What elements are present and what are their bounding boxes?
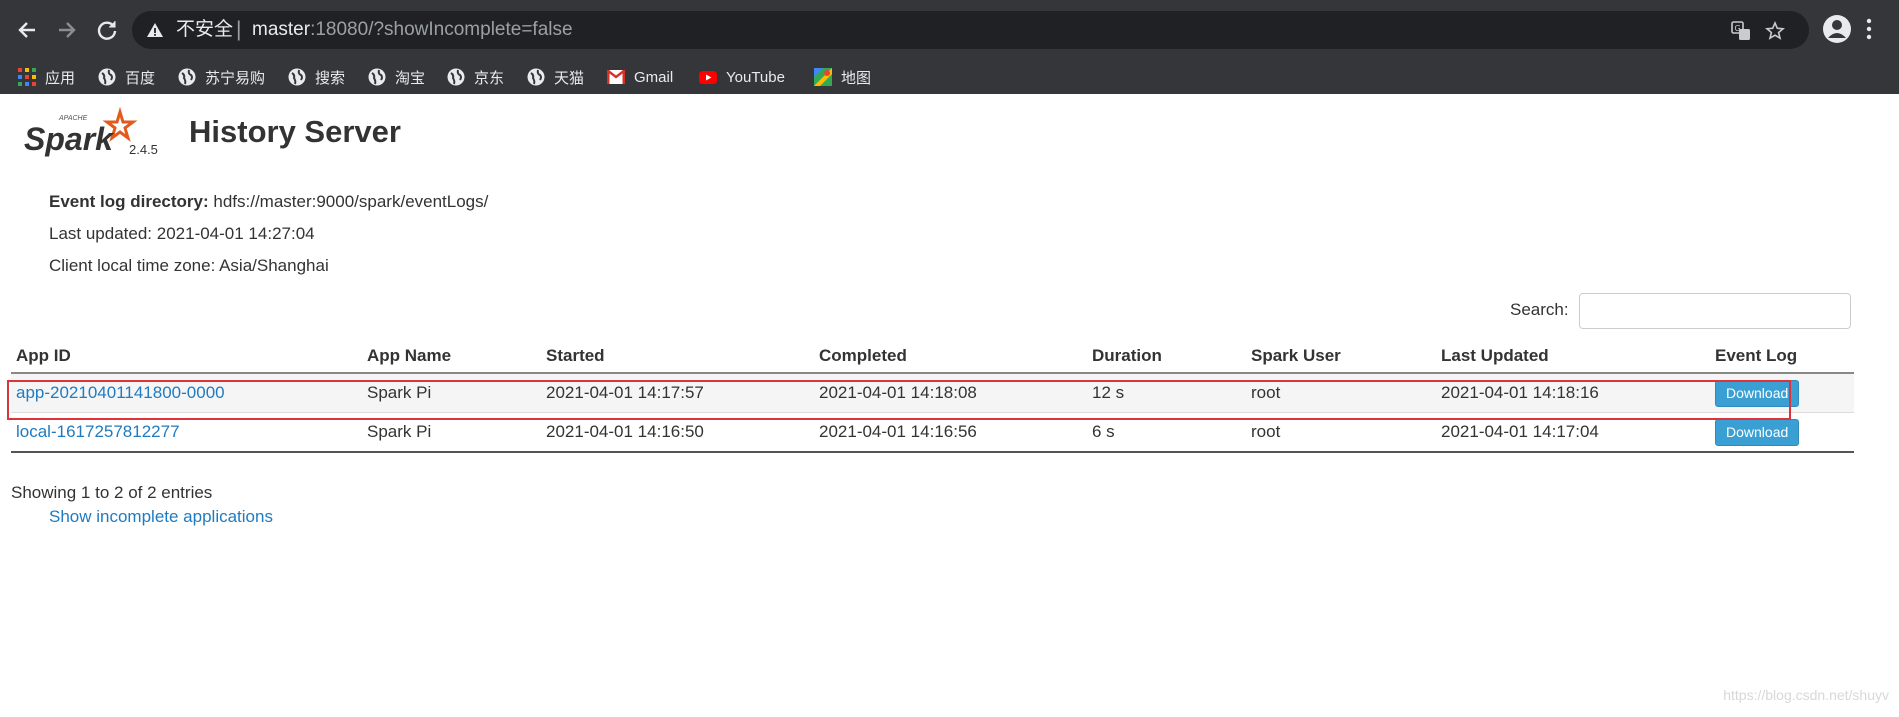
spark-user-cell: root [1246,412,1436,453]
table-header-row: App ID App Name Started Completed Durati… [11,340,1854,374]
translate-icon[interactable]: G [1730,20,1752,42]
logo-spark-text: Spark [24,121,115,157]
bookmark-baidu[interactable]: 百度 [98,60,155,94]
address-bar[interactable]: 不安全 | master:18080/?showIncomplete=false… [132,11,1809,49]
bookmark-search[interactable]: 搜索 [288,60,345,94]
browser-toolbar: 不安全 | master:18080/?showIncomplete=false… [0,0,1899,60]
url-host: master [252,19,311,40]
event-log-directory: Event log directory: hdfs://master:9000/… [49,192,488,212]
svg-text:G: G [1735,24,1741,33]
globe-icon [527,68,545,86]
spark-version: 2.4.5 [129,142,158,157]
bookmark-tmall[interactable]: 天猫 [527,60,584,94]
bookmark-label: 搜索 [315,69,346,87]
column-header-app-name[interactable]: App Name [362,340,541,374]
app-id-cell: app-20210401141800-0000 [11,373,362,413]
bookmark-maps[interactable]: 地图 [814,60,871,94]
table-row: local-1617257812277 Spark Pi 2021-04-01 … [11,412,1854,453]
globe-icon [368,68,386,86]
table-row: app-20210401141800-0000 Spark Pi 2021-04… [11,373,1854,413]
started-cell: 2021-04-01 14:17:57 [541,373,814,413]
bookmark-label: YouTube [726,68,785,86]
app-name-cell: Spark Pi [362,373,541,413]
maps-icon [814,68,832,86]
forward-button[interactable] [48,8,86,52]
bookmark-youtube[interactable]: YouTube [699,60,785,94]
bookmark-star-icon[interactable] [1764,20,1786,42]
url-text: master:18080/?showIncomplete=false [252,19,573,41]
reload-icon [97,21,117,40]
omnibox-separator: | [236,18,242,41]
event-log-cell: Download [1710,412,1854,453]
started-cell: 2021-04-01 14:16:50 [541,412,814,453]
bookmark-label: 地图 [841,69,872,87]
bookmark-label: Gmail [634,68,674,86]
download-button[interactable]: Download [1715,418,1800,446]
bookmark-taobao[interactable]: 淘宝 [368,60,425,94]
event-log-label: Event log directory: [49,192,209,211]
globe-icon [178,68,196,86]
completed-cell: 2021-04-01 14:16:56 [814,412,1087,453]
event-log-cell: Download [1710,373,1854,413]
browser-menu-icon[interactable] [1864,16,1874,42]
column-header-started[interactable]: Started [541,340,814,374]
gmail-icon [607,70,625,84]
globe-icon [98,68,116,86]
bookmarks-bar: 应用 百度 苏宁易购 搜索 淘宝 京东 天猫 Gmail YouTube 地图 [0,60,1899,94]
column-header-app-id[interactable]: App ID [11,340,362,374]
app-id-link[interactable]: local-1617257812277 [16,422,180,441]
apps-grid-icon [18,68,36,86]
spark-user-cell: root [1246,373,1436,413]
applications-table: App ID App Name Started Completed Durati… [11,340,1854,453]
last-updated-cell: 2021-04-01 14:18:16 [1436,373,1710,413]
app-name-cell: Spark Pi [362,412,541,453]
bookmark-label: 天猫 [554,69,585,87]
app-id-link[interactable]: app-20210401141800-0000 [16,383,225,402]
bookmark-label: 淘宝 [395,69,426,87]
bookmark-apps[interactable]: 应用 [18,60,75,94]
bookmark-jd[interactable]: 京东 [447,60,504,94]
page-content: APACHE Spark 2.4.5 History Server Event … [0,94,1899,717]
event-log-value: hdfs://master:9000/spark/eventLogs/ [213,192,489,211]
download-button[interactable]: Download [1715,379,1800,407]
duration-cell: 12 s [1087,373,1246,413]
spark-logo[interactable]: APACHE Spark [20,106,170,168]
reload-button[interactable] [88,8,126,52]
completed-cell: 2021-04-01 14:18:08 [814,373,1087,413]
security-label: 不安全 [176,19,234,40]
bookmark-label: 苏宁易购 [205,69,266,87]
watermark: https://blog.csdn.net/shuyv [1723,687,1889,703]
page-title: History Server [189,114,401,149]
bookmark-label: 京东 [474,69,505,87]
show-incomplete-link[interactable]: Show incomplete applications [49,507,273,527]
back-arrow-icon [18,22,35,38]
profile-avatar-icon[interactable] [1822,14,1852,44]
warning-icon [147,23,163,37]
forward-arrow-icon [59,22,76,38]
last-updated: Last updated: 2021-04-01 14:27:04 [49,224,315,243]
bookmark-suning[interactable]: 苏宁易购 [178,60,265,94]
url-path: :18080/?showIncomplete=false [310,19,573,40]
column-header-last-updated[interactable]: Last Updated [1436,340,1710,374]
column-header-event-log[interactable]: Event Log [1710,340,1854,374]
globe-icon [447,68,465,86]
app-id-cell: local-1617257812277 [11,412,362,453]
last-updated-cell: 2021-04-01 14:17:04 [1436,412,1710,453]
bookmark-gmail[interactable]: Gmail [607,60,673,94]
search-label: Search: [1510,300,1569,319]
back-button[interactable] [8,8,46,52]
globe-icon [288,68,306,86]
youtube-icon [699,70,717,84]
bookmark-label: 应用 [45,69,76,87]
bookmark-label: 百度 [125,69,156,87]
client-timezone: Client local time zone: Asia/Shanghai [49,256,329,275]
duration-cell: 6 s [1087,412,1246,453]
entries-info: Showing 1 to 2 of 2 entries [11,483,213,502]
column-header-completed[interactable]: Completed [814,340,1087,374]
search-input[interactable] [1579,293,1851,329]
column-header-spark-user[interactable]: Spark User [1246,340,1436,374]
column-header-duration[interactable]: Duration [1087,340,1246,374]
